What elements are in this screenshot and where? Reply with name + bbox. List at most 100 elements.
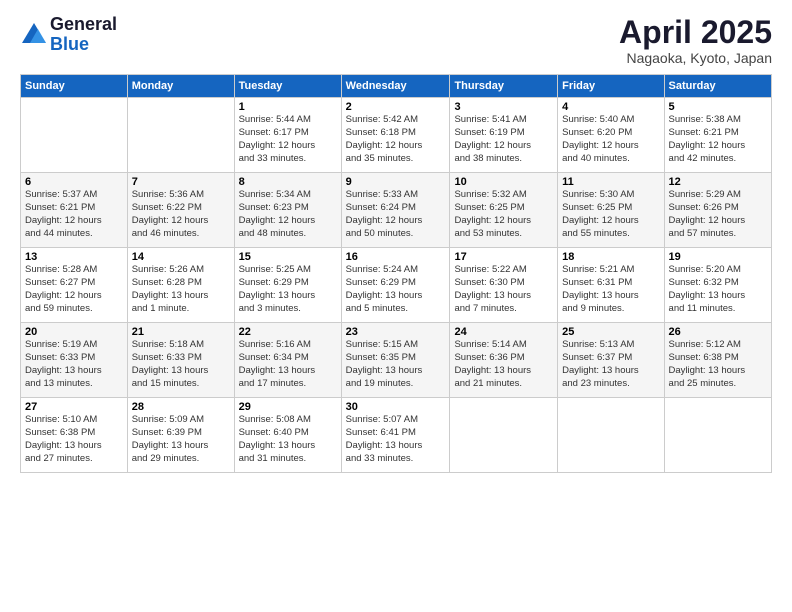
calendar-cell: 15 Sunrise: 5:25 AMSunset: 6:29 PMDaylig… bbox=[234, 248, 341, 323]
location: Nagaoka, Kyoto, Japan bbox=[619, 50, 772, 66]
calendar-cell bbox=[558, 398, 664, 473]
day-number: 9 bbox=[346, 176, 446, 188]
calendar-cell bbox=[21, 98, 128, 173]
calendar-cell: 2 Sunrise: 5:42 AMSunset: 6:18 PMDayligh… bbox=[341, 98, 450, 173]
day-number: 30 bbox=[346, 401, 446, 413]
day-info: Sunrise: 5:16 AMSunset: 6:34 PMDaylight:… bbox=[239, 339, 316, 388]
day-number: 15 bbox=[239, 251, 337, 263]
title-block: April 2025 Nagaoka, Kyoto, Japan bbox=[619, 15, 772, 66]
day-info: Sunrise: 5:29 AMSunset: 6:26 PMDaylight:… bbox=[669, 189, 746, 238]
calendar-week-row: 6 Sunrise: 5:37 AMSunset: 6:21 PMDayligh… bbox=[21, 173, 772, 248]
calendar-cell: 7 Sunrise: 5:36 AMSunset: 6:22 PMDayligh… bbox=[127, 173, 234, 248]
day-number: 6 bbox=[25, 176, 123, 188]
calendar-cell: 19 Sunrise: 5:20 AMSunset: 6:32 PMDaylig… bbox=[664, 248, 771, 323]
calendar-cell: 18 Sunrise: 5:21 AMSunset: 6:31 PMDaylig… bbox=[558, 248, 664, 323]
calendar-cell: 20 Sunrise: 5:19 AMSunset: 6:33 PMDaylig… bbox=[21, 323, 128, 398]
day-number: 4 bbox=[562, 101, 659, 113]
day-info: Sunrise: 5:08 AMSunset: 6:40 PMDaylight:… bbox=[239, 414, 316, 463]
month-title: April 2025 bbox=[619, 15, 772, 50]
day-number: 8 bbox=[239, 176, 337, 188]
day-info: Sunrise: 5:26 AMSunset: 6:28 PMDaylight:… bbox=[132, 264, 209, 313]
day-number: 14 bbox=[132, 251, 230, 263]
day-number: 7 bbox=[132, 176, 230, 188]
calendar-cell: 28 Sunrise: 5:09 AMSunset: 6:39 PMDaylig… bbox=[127, 398, 234, 473]
day-number: 1 bbox=[239, 101, 337, 113]
day-info: Sunrise: 5:18 AMSunset: 6:33 PMDaylight:… bbox=[132, 339, 209, 388]
header-wednesday: Wednesday bbox=[341, 75, 450, 98]
day-info: Sunrise: 5:13 AMSunset: 6:37 PMDaylight:… bbox=[562, 339, 639, 388]
day-number: 3 bbox=[454, 101, 553, 113]
day-info: Sunrise: 5:22 AMSunset: 6:30 PMDaylight:… bbox=[454, 264, 531, 313]
day-number: 13 bbox=[25, 251, 123, 263]
logo-icon bbox=[20, 21, 48, 49]
day-number: 27 bbox=[25, 401, 123, 413]
calendar-week-row: 13 Sunrise: 5:28 AMSunset: 6:27 PMDaylig… bbox=[21, 248, 772, 323]
calendar-cell bbox=[664, 398, 771, 473]
calendar-cell: 13 Sunrise: 5:28 AMSunset: 6:27 PMDaylig… bbox=[21, 248, 128, 323]
calendar-week-row: 20 Sunrise: 5:19 AMSunset: 6:33 PMDaylig… bbox=[21, 323, 772, 398]
day-info: Sunrise: 5:09 AMSunset: 6:39 PMDaylight:… bbox=[132, 414, 209, 463]
calendar-cell: 11 Sunrise: 5:30 AMSunset: 6:25 PMDaylig… bbox=[558, 173, 664, 248]
day-number: 29 bbox=[239, 401, 337, 413]
day-info: Sunrise: 5:21 AMSunset: 6:31 PMDaylight:… bbox=[562, 264, 639, 313]
header-saturday: Saturday bbox=[664, 75, 771, 98]
calendar-cell: 8 Sunrise: 5:34 AMSunset: 6:23 PMDayligh… bbox=[234, 173, 341, 248]
calendar-week-row: 27 Sunrise: 5:10 AMSunset: 6:38 PMDaylig… bbox=[21, 398, 772, 473]
day-info: Sunrise: 5:32 AMSunset: 6:25 PMDaylight:… bbox=[454, 189, 531, 238]
header-monday: Monday bbox=[127, 75, 234, 98]
day-info: Sunrise: 5:44 AMSunset: 6:17 PMDaylight:… bbox=[239, 114, 316, 163]
day-info: Sunrise: 5:20 AMSunset: 6:32 PMDaylight:… bbox=[669, 264, 746, 313]
day-number: 18 bbox=[562, 251, 659, 263]
calendar-cell: 1 Sunrise: 5:44 AMSunset: 6:17 PMDayligh… bbox=[234, 98, 341, 173]
day-number: 16 bbox=[346, 251, 446, 263]
calendar-cell: 9 Sunrise: 5:33 AMSunset: 6:24 PMDayligh… bbox=[341, 173, 450, 248]
day-number: 22 bbox=[239, 326, 337, 338]
day-info: Sunrise: 5:12 AMSunset: 6:38 PMDaylight:… bbox=[669, 339, 746, 388]
calendar-cell bbox=[127, 98, 234, 173]
page-header: General Blue April 2025 Nagaoka, Kyoto, … bbox=[20, 15, 772, 66]
day-info: Sunrise: 5:38 AMSunset: 6:21 PMDaylight:… bbox=[669, 114, 746, 163]
day-number: 25 bbox=[562, 326, 659, 338]
day-info: Sunrise: 5:28 AMSunset: 6:27 PMDaylight:… bbox=[25, 264, 102, 313]
calendar-cell: 24 Sunrise: 5:14 AMSunset: 6:36 PMDaylig… bbox=[450, 323, 558, 398]
day-info: Sunrise: 5:40 AMSunset: 6:20 PMDaylight:… bbox=[562, 114, 639, 163]
calendar: Sunday Monday Tuesday Wednesday Thursday… bbox=[20, 74, 772, 473]
calendar-cell: 23 Sunrise: 5:15 AMSunset: 6:35 PMDaylig… bbox=[341, 323, 450, 398]
day-info: Sunrise: 5:36 AMSunset: 6:22 PMDaylight:… bbox=[132, 189, 209, 238]
day-info: Sunrise: 5:42 AMSunset: 6:18 PMDaylight:… bbox=[346, 114, 423, 163]
day-info: Sunrise: 5:19 AMSunset: 6:33 PMDaylight:… bbox=[25, 339, 102, 388]
day-info: Sunrise: 5:24 AMSunset: 6:29 PMDaylight:… bbox=[346, 264, 423, 313]
day-number: 17 bbox=[454, 251, 553, 263]
logo-general-text: General bbox=[50, 15, 117, 35]
header-thursday: Thursday bbox=[450, 75, 558, 98]
day-number: 12 bbox=[669, 176, 767, 188]
calendar-week-row: 1 Sunrise: 5:44 AMSunset: 6:17 PMDayligh… bbox=[21, 98, 772, 173]
day-info: Sunrise: 5:10 AMSunset: 6:38 PMDaylight:… bbox=[25, 414, 102, 463]
day-number: 24 bbox=[454, 326, 553, 338]
day-info: Sunrise: 5:25 AMSunset: 6:29 PMDaylight:… bbox=[239, 264, 316, 313]
day-info: Sunrise: 5:41 AMSunset: 6:19 PMDaylight:… bbox=[454, 114, 531, 163]
calendar-cell: 17 Sunrise: 5:22 AMSunset: 6:30 PMDaylig… bbox=[450, 248, 558, 323]
day-number: 19 bbox=[669, 251, 767, 263]
day-number: 28 bbox=[132, 401, 230, 413]
logo-blue-text: Blue bbox=[50, 35, 117, 55]
day-number: 5 bbox=[669, 101, 767, 113]
calendar-cell: 5 Sunrise: 5:38 AMSunset: 6:21 PMDayligh… bbox=[664, 98, 771, 173]
calendar-cell: 29 Sunrise: 5:08 AMSunset: 6:40 PMDaylig… bbox=[234, 398, 341, 473]
calendar-cell: 25 Sunrise: 5:13 AMSunset: 6:37 PMDaylig… bbox=[558, 323, 664, 398]
header-sunday: Sunday bbox=[21, 75, 128, 98]
calendar-cell: 3 Sunrise: 5:41 AMSunset: 6:19 PMDayligh… bbox=[450, 98, 558, 173]
day-info: Sunrise: 5:33 AMSunset: 6:24 PMDaylight:… bbox=[346, 189, 423, 238]
calendar-cell: 10 Sunrise: 5:32 AMSunset: 6:25 PMDaylig… bbox=[450, 173, 558, 248]
day-info: Sunrise: 5:14 AMSunset: 6:36 PMDaylight:… bbox=[454, 339, 531, 388]
header-tuesday: Tuesday bbox=[234, 75, 341, 98]
calendar-cell: 26 Sunrise: 5:12 AMSunset: 6:38 PMDaylig… bbox=[664, 323, 771, 398]
calendar-cell: 16 Sunrise: 5:24 AMSunset: 6:29 PMDaylig… bbox=[341, 248, 450, 323]
calendar-cell: 12 Sunrise: 5:29 AMSunset: 6:26 PMDaylig… bbox=[664, 173, 771, 248]
logo: General Blue bbox=[20, 15, 117, 55]
calendar-cell bbox=[450, 398, 558, 473]
day-number: 10 bbox=[454, 176, 553, 188]
day-number: 2 bbox=[346, 101, 446, 113]
calendar-cell: 6 Sunrise: 5:37 AMSunset: 6:21 PMDayligh… bbox=[21, 173, 128, 248]
calendar-cell: 30 Sunrise: 5:07 AMSunset: 6:41 PMDaylig… bbox=[341, 398, 450, 473]
